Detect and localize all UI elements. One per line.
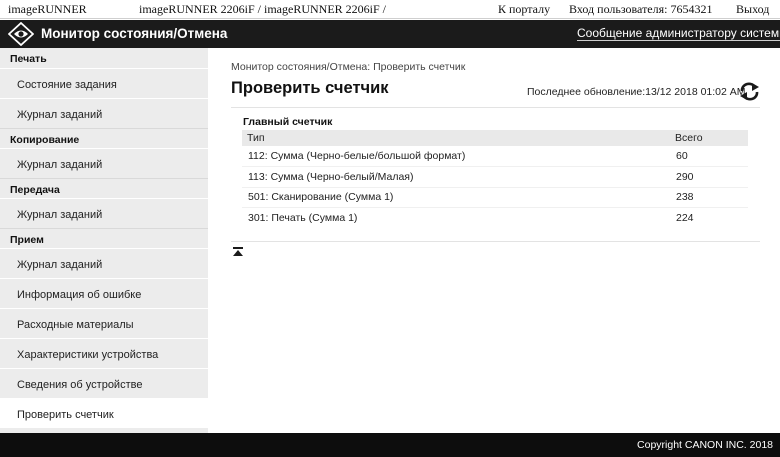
sidebar-item-send-job-log[interactable]: Журнал заданий bbox=[0, 198, 208, 228]
counter-type: 301: Печать (Сумма 1) bbox=[248, 212, 358, 224]
sidebar-item-print-job-status[interactable]: Состояние задания bbox=[0, 68, 208, 98]
sidebar: Печать Состояние задания Журнал заданий … bbox=[0, 48, 208, 433]
page-title: Проверить счетчик bbox=[231, 79, 389, 97]
sidebar-section-receive: Прием bbox=[0, 228, 208, 248]
table-row: 112: Сумма (Черно-белые/большой формат) … bbox=[242, 146, 748, 167]
title-bar: Монитор состояния/Отмена Сообщение админ… bbox=[0, 20, 780, 48]
sidebar-section-print: Печать bbox=[0, 48, 208, 68]
counter-type: 113: Сумма (Черно-белый/Малая) bbox=[242, 166, 670, 188]
divider bbox=[231, 107, 760, 108]
sidebar-item-consumables[interactable]: Расходные материалы bbox=[0, 308, 208, 338]
sidebar-item-check-counter[interactable]: Проверить счетчик bbox=[0, 398, 208, 428]
sidebar-item-device-info[interactable]: Сведения об устройстве bbox=[0, 368, 208, 398]
counter-type: 112: Сумма (Черно-белые/большой формат) bbox=[242, 146, 670, 167]
portal-link[interactable]: К порталу bbox=[498, 2, 550, 17]
last-update-text: Последнее обновление:13/12 2018 01:02 AM bbox=[527, 86, 746, 98]
logout-link[interactable]: Выход bbox=[736, 2, 769, 17]
counter-table-caption: Главный счетчик bbox=[243, 116, 333, 128]
sidebar-item-error-info[interactable]: Информация об ошибке bbox=[0, 278, 208, 308]
login-info: Вход пользователя: 7654321 bbox=[569, 2, 713, 16]
column-header-type: Тип bbox=[242, 130, 670, 146]
column-header-total: Всего bbox=[670, 130, 748, 146]
sidebar-item-receive-job-log[interactable]: Журнал заданий bbox=[0, 248, 208, 278]
counter-total: 224 bbox=[676, 212, 694, 224]
eye-diamond-icon bbox=[8, 22, 34, 46]
footer: Copyright CANON INC. 2018 bbox=[0, 433, 780, 457]
table-row: 501: Сканирование (Сумма 1) 238 bbox=[242, 187, 748, 208]
breadcrumb: Монитор состояния/Отмена: Проверить счет… bbox=[231, 61, 466, 73]
counter-table: Тип Всего 112: Сумма (Черно-белые/большо… bbox=[242, 130, 748, 228]
counter-total: 60 bbox=[670, 146, 748, 167]
counter-total: 238 bbox=[670, 187, 748, 208]
sidebar-section-send: Передача bbox=[0, 178, 208, 198]
sidebar-section-copy: Копирование bbox=[0, 128, 208, 148]
divider bbox=[231, 241, 760, 242]
table-row: 301: Печать (Сумма 1) 224 bbox=[242, 208, 748, 229]
app-title: Монитор состояния/Отмена bbox=[41, 26, 228, 41]
main-content: Монитор состояния/Отмена: Проверить счет… bbox=[208, 48, 780, 433]
counter-type: 501: Сканирование (Сумма 1) bbox=[242, 187, 670, 208]
refresh-icon[interactable] bbox=[739, 82, 760, 101]
brand-name: imageRUNNER bbox=[8, 2, 87, 16]
copyright-text: Copyright CANON INC. 2018 bbox=[637, 439, 773, 451]
sidebar-item-copy-job-log[interactable]: Журнал заданий bbox=[0, 148, 208, 178]
table-row: 113: Сумма (Черно-белый/Малая) 290 bbox=[242, 166, 748, 188]
device-model: imageRUNNER 2206iF / imageRUNNER 2206iF … bbox=[139, 2, 386, 16]
counter-total: 290 bbox=[670, 166, 748, 188]
table-header-row: Тип Всего bbox=[242, 130, 748, 146]
admin-message-link[interactable]: Сообщение администратору системы bbox=[577, 26, 780, 41]
sidebar-item-device-features[interactable]: Характеристики устройства bbox=[0, 338, 208, 368]
top-header-bar: imageRUNNER imageRUNNER 2206iF / imageRU… bbox=[0, 0, 780, 19]
sidebar-item-print-job-log[interactable]: Журнал заданий bbox=[0, 98, 208, 128]
back-to-top-icon[interactable] bbox=[232, 247, 244, 257]
